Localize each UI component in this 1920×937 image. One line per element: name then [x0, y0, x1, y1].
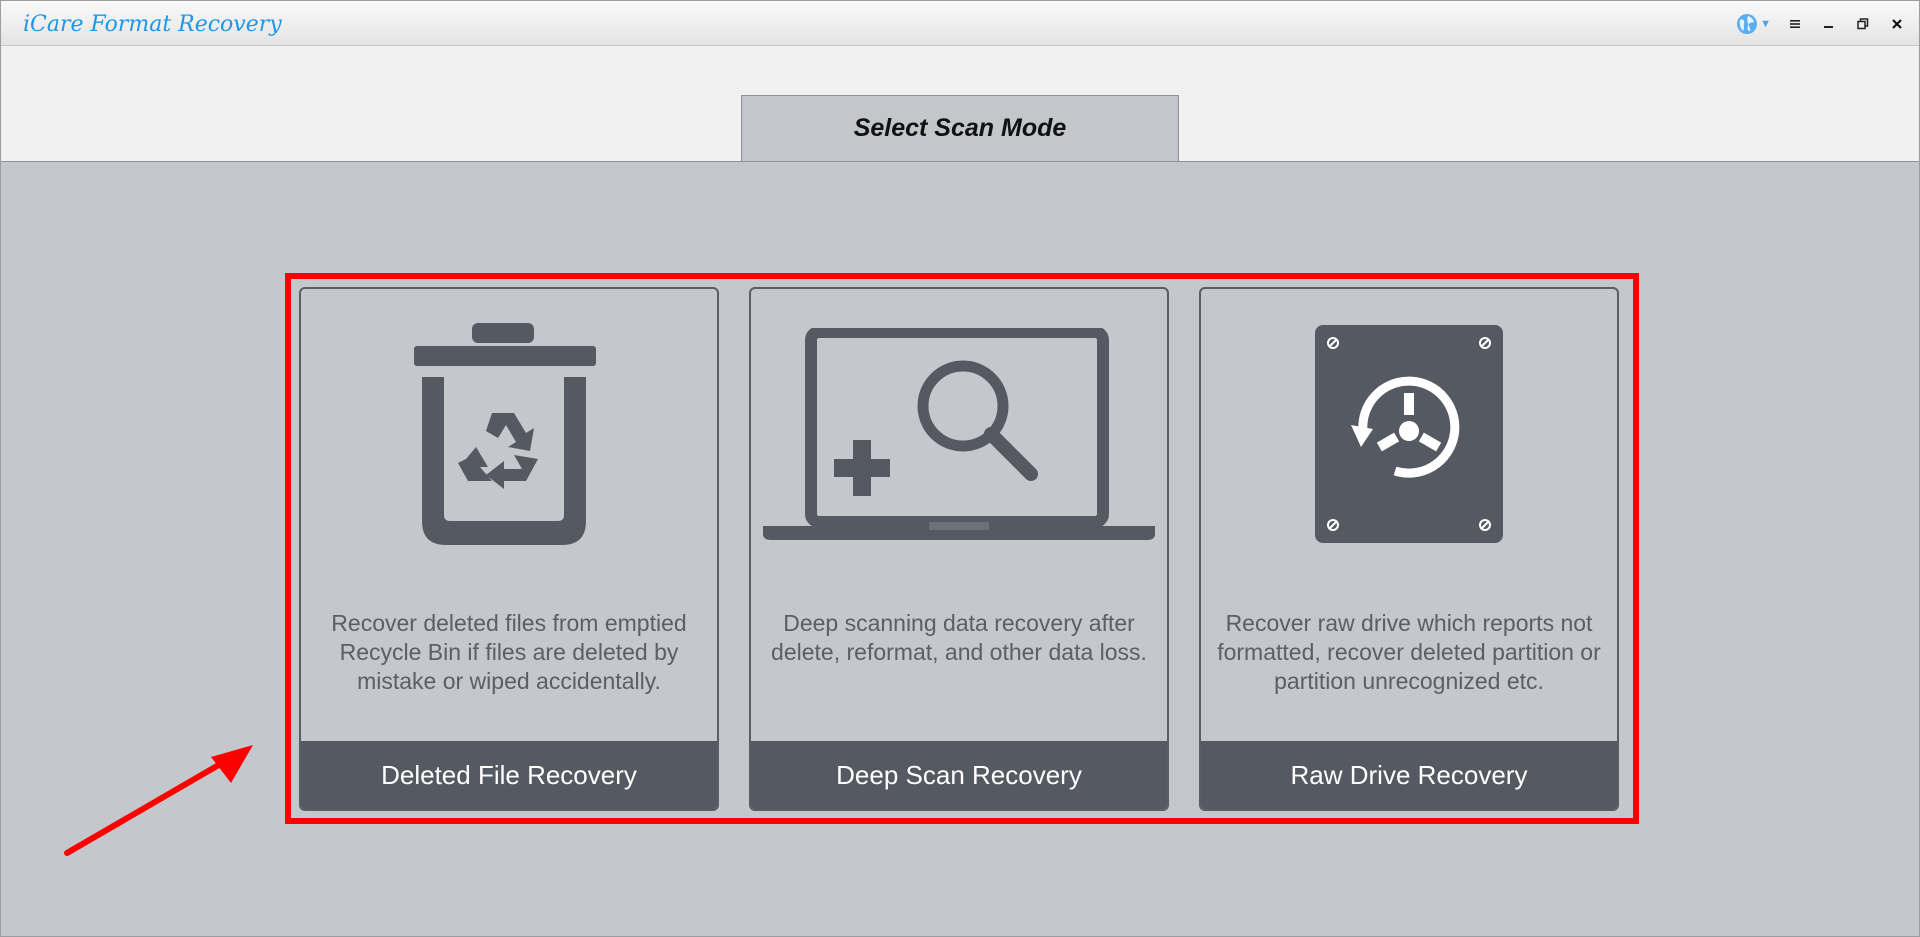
app-window: iCare Format Recovery ▼ Select Scan Mode… [0, 0, 1920, 937]
card-description: Deep scanning data recovery after delete… [771, 610, 1147, 665]
app-title: iCare Format Recovery [23, 12, 282, 37]
card-icon-container [301, 319, 717, 549]
card-icon-container [751, 319, 1167, 549]
card-description: Recover raw drive which reports not form… [1217, 610, 1601, 694]
menu-icon [1790, 20, 1800, 28]
close-icon [1892, 19, 1902, 29]
card-deep-scan-recovery[interactable]: Deep scanning data recovery after delete… [749, 287, 1169, 811]
title-bar: iCare Format Recovery ▼ [1, 1, 1919, 46]
minimize-button[interactable] [1819, 14, 1839, 34]
minimize-icon [1824, 26, 1833, 28]
card-raw-drive-recovery[interactable]: Recover raw drive which reports not form… [1199, 287, 1619, 811]
close-button[interactable] [1887, 14, 1907, 34]
laptop-search-icon [763, 328, 1155, 540]
card-description: Recover deleted files from emptied Recyc… [331, 610, 687, 694]
hard-drive-restore-icon [1315, 325, 1503, 543]
menu-button[interactable] [1785, 14, 1805, 34]
recycle-bin-icon [414, 323, 596, 545]
tab-select-scan-mode[interactable]: Select Scan Mode [741, 95, 1179, 161]
restore-button[interactable] [1853, 14, 1873, 34]
chevron-down-icon: ▼ [1760, 18, 1771, 30]
card-label[interactable]: Deep Scan Recovery [751, 741, 1167, 809]
card-deleted-file-recovery[interactable]: Recover deleted files from emptied Recyc… [299, 287, 719, 811]
window-controls: ▼ [1736, 13, 1907, 35]
card-icon-container [1201, 319, 1617, 549]
annotation-arrow-icon [64, 745, 253, 856]
language-menu[interactable]: ▼ [1736, 13, 1771, 35]
card-label[interactable]: Raw Drive Recovery [1201, 741, 1617, 809]
restore-icon [1857, 18, 1869, 30]
globe-icon [1737, 14, 1758, 34]
card-label[interactable]: Deleted File Recovery [301, 741, 717, 809]
